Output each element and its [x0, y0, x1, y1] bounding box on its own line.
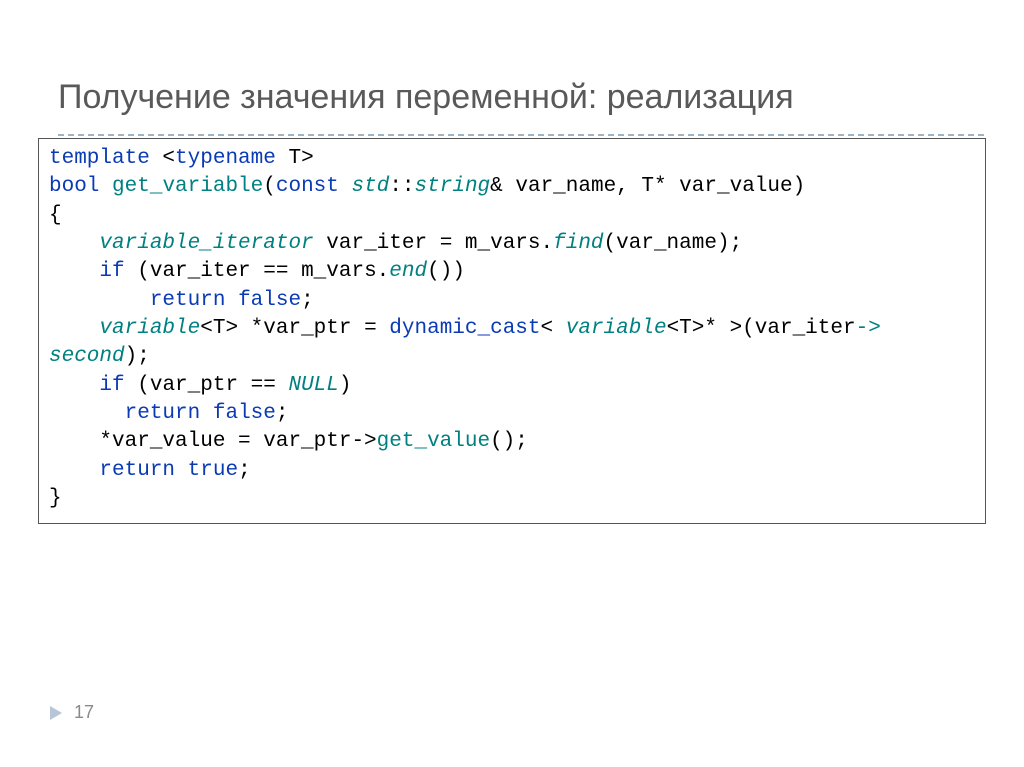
code-text	[339, 175, 352, 198]
code-text: false	[213, 402, 276, 425]
code-text: & var_name, T* var_value)	[490, 175, 805, 198]
code-text: (var_iter == m_vars.	[125, 260, 390, 283]
code-text: ::	[389, 175, 414, 198]
code-text: ;	[301, 289, 314, 312]
code-text: ())	[427, 260, 465, 283]
code-text: return	[125, 402, 201, 425]
code-text: *var_value = var_ptr->	[49, 430, 377, 453]
code-text: variable	[99, 317, 200, 340]
code-text: <T> *var_ptr =	[200, 317, 389, 340]
code-text: var_iter = m_vars.	[314, 232, 553, 255]
title-divider	[58, 134, 984, 136]
code-text: NULL	[288, 374, 338, 397]
code-text	[49, 402, 125, 425]
code-text: std	[352, 175, 390, 198]
code-text	[49, 374, 99, 397]
code-text: }	[49, 487, 62, 510]
code-text: <T>* >(var_iter	[667, 317, 856, 340]
code-text: bool	[49, 175, 99, 198]
code-text: return	[99, 459, 175, 482]
code-text: (	[263, 175, 276, 198]
code-text: ;	[276, 402, 289, 425]
code-text: ();	[490, 430, 528, 453]
code-text: end	[389, 260, 427, 283]
code-text: {	[49, 204, 62, 227]
code-text: <	[541, 317, 566, 340]
code-text: T>	[276, 147, 314, 170]
code-text: template	[49, 147, 150, 170]
code-text: second	[49, 345, 125, 368]
code-text: const	[276, 175, 339, 198]
code-text: if	[99, 260, 124, 283]
code-text	[49, 317, 99, 340]
code-text	[49, 289, 150, 312]
slide: Получение значения переменной: реализаци…	[0, 0, 1024, 767]
slide-footer: 17	[50, 702, 94, 723]
code-text	[49, 260, 99, 283]
code-text: true	[188, 459, 238, 482]
code-block: template <typename T> bool get_variable(…	[38, 138, 986, 524]
page-number: 17	[74, 702, 94, 723]
code-text: return	[150, 289, 226, 312]
code-text: variable	[566, 317, 667, 340]
code-text	[99, 175, 112, 198]
code-text: string	[415, 175, 491, 198]
code-text: (var_name);	[604, 232, 743, 255]
code-text: )	[339, 374, 352, 397]
arrow-right-icon	[50, 706, 62, 720]
code-text: ->	[856, 317, 881, 340]
code-text: <	[150, 147, 175, 170]
code-text: variable_iterator	[99, 232, 313, 255]
code-text: if	[99, 374, 124, 397]
code-text: dynamic_cast	[389, 317, 540, 340]
code-text: (var_ptr ==	[125, 374, 289, 397]
code-text	[49, 232, 99, 255]
code-text: ;	[238, 459, 251, 482]
code-text: false	[238, 289, 301, 312]
code-text	[225, 289, 238, 312]
code-text: find	[553, 232, 603, 255]
code-text	[49, 459, 99, 482]
code-text	[200, 402, 213, 425]
code-text	[175, 459, 188, 482]
code-text: typename	[175, 147, 276, 170]
code-text: );	[125, 345, 150, 368]
code-text: get_variable	[112, 175, 263, 198]
code-text: get_value	[377, 430, 490, 453]
slide-title: Получение значения переменной: реализаци…	[58, 78, 794, 117]
